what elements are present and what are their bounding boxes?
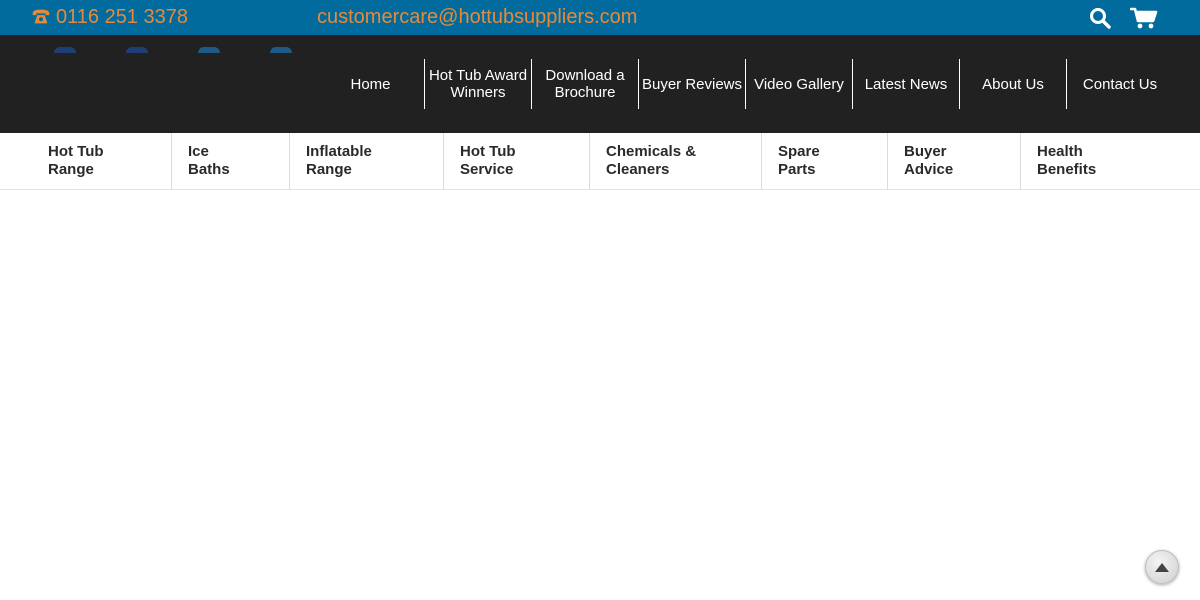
category-chemicals-cleaners[interactable]: Chemicals & Cleaners — [590, 133, 761, 189]
nav-video-gallery[interactable]: Video Gallery — [745, 59, 852, 109]
category-hot-tub-service[interactable]: Hot Tub Service — [444, 133, 589, 189]
email-link[interactable]: customercare@hottubsuppliers.com — [317, 5, 637, 29]
nav-download-brochure[interactable]: Download a Brochure — [531, 59, 638, 109]
phone-link[interactable]: 0116 251 3378 — [30, 5, 188, 29]
nav-award-winners[interactable]: Hot Tub Award Winners — [424, 59, 531, 109]
nav-latest-news[interactable]: Latest News — [852, 59, 959, 109]
category-label: Health Benefits — [1037, 143, 1097, 178]
nav-home[interactable]: Home — [317, 59, 424, 109]
top-contact-bar: 0116 251 3378 customercare@hottubsupplie… — [0, 0, 1200, 35]
logo-mark — [270, 47, 292, 53]
phone-number: 0116 251 3378 — [56, 5, 188, 28]
main-navigation: Home Hot Tub Award Winners Download a Br… — [317, 59, 1173, 109]
main-header: Home Hot Tub Award Winners Download a Br… — [0, 35, 1200, 133]
category-ice-baths[interactable]: Ice Baths — [172, 133, 289, 189]
logo-mark — [126, 47, 148, 53]
phone-icon — [32, 9, 50, 24]
category-hot-tub-range[interactable]: Hot Tub Range — [32, 133, 171, 189]
category-inflatable-range[interactable]: Inflatable Range — [290, 133, 443, 189]
search-icon — [1090, 8, 1111, 29]
category-label: Ice Baths — [188, 143, 230, 178]
nav-contact-us[interactable]: Contact Us — [1066, 59, 1173, 109]
logo-mark — [54, 47, 76, 53]
cart-icon — [1129, 7, 1158, 29]
site-logo[interactable] — [40, 47, 300, 55]
category-navigation: Hot Tub Range Ice Baths Inflatable Range… — [0, 133, 1200, 190]
category-label: Inflatable Range — [306, 143, 372, 178]
cart-button[interactable] — [1129, 6, 1158, 30]
category-label: Buyer Advice — [904, 143, 954, 178]
category-label: Chemicals & Cleaners — [606, 143, 697, 178]
search-button[interactable] — [1089, 7, 1111, 29]
category-label: Hot Tub Service — [460, 143, 516, 178]
nav-buyer-reviews[interactable]: Buyer Reviews — [638, 59, 745, 109]
category-spare-parts[interactable]: Spare Parts — [762, 133, 887, 189]
category-buyer-advice[interactable]: Buyer Advice — [888, 133, 1020, 189]
back-to-top-button[interactable] — [1145, 550, 1179, 584]
nav-about-us[interactable]: About Us — [959, 59, 1066, 109]
logo-mark — [198, 47, 220, 53]
arrow-up-icon — [1155, 563, 1169, 572]
category-label: Hot Tub Range — [48, 143, 104, 178]
category-label: Spare Parts — [778, 143, 820, 178]
category-health-benefits[interactable]: Health Benefits — [1021, 133, 1171, 189]
